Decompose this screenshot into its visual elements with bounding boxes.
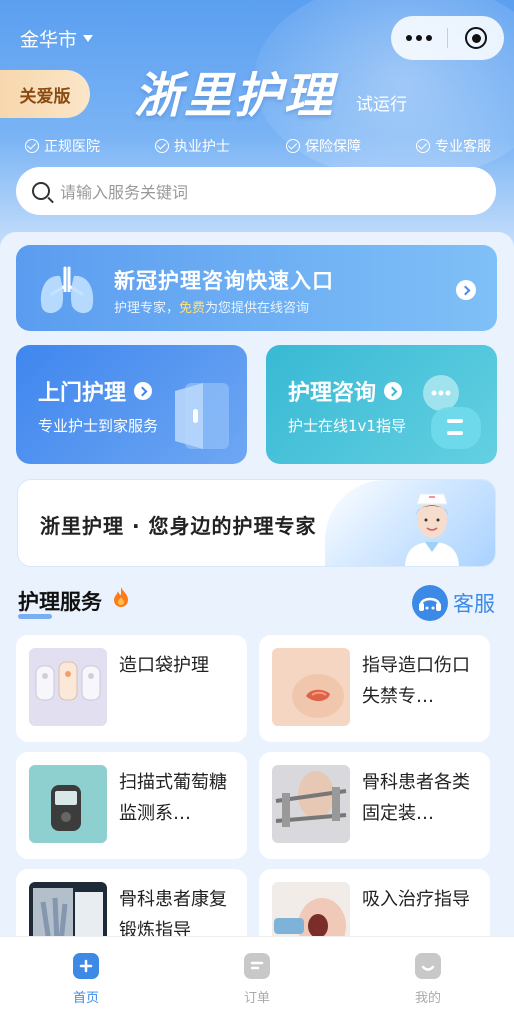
- service-item[interactable]: 造口袋护理: [16, 635, 247, 742]
- feature-item: 专业客服: [416, 136, 491, 156]
- service-item[interactable]: 指导造口伤口失禁专…: [259, 635, 490, 742]
- check-circle-icon: [286, 139, 300, 153]
- check-circle-icon: [416, 139, 430, 153]
- search-placeholder: 请输入服务关键词: [60, 183, 189, 202]
- free-highlight: 免费: [179, 301, 206, 316]
- service-item[interactable]: 骨科患者各类固定装…: [259, 752, 490, 859]
- tab-home[interactable]: 首页: [36, 953, 136, 1006]
- service-item[interactable]: 扫描式葡萄糖监测系…: [16, 752, 247, 859]
- consult-title: 新冠护理咨询快速入口: [114, 269, 334, 293]
- feature-item: 正规医院: [25, 136, 100, 156]
- door-icon: [175, 383, 229, 449]
- caret-down-icon: [83, 35, 94, 42]
- home-icon: [73, 953, 99, 979]
- service-label: 骨科患者各类固定装…: [362, 772, 470, 824]
- wound-photo: [272, 648, 350, 726]
- more-menu-icon[interactable]: [391, 35, 447, 41]
- customer-service-button[interactable]: 客服: [411, 584, 495, 622]
- check-circle-icon: [155, 139, 169, 153]
- feature-item: 执业护士: [155, 136, 230, 156]
- mini-program-capsule: [391, 16, 504, 60]
- feature-label: 执业护士: [174, 139, 230, 155]
- service-label: 扫描式葡萄糖监测系…: [119, 772, 227, 824]
- orders-icon: [244, 953, 270, 979]
- covid-consult-banner[interactable]: 新冠护理咨询快速入口 护理专家，免费为您提供在线咨询: [16, 245, 497, 331]
- nursing-consult-title: 护理咨询: [288, 375, 403, 407]
- chevron-right-icon: [134, 382, 153, 400]
- feature-item: 保险保障: [286, 136, 361, 156]
- service-label: 造口袋护理: [119, 655, 209, 676]
- glucose-monitor-photo: [29, 765, 107, 843]
- close-target-icon[interactable]: [448, 27, 504, 49]
- home-nursing-desc: 专业护士到家服务: [38, 417, 159, 435]
- orthopedic-brace-photo: [272, 765, 350, 843]
- care-mode-button[interactable]: 关爱版: [0, 70, 90, 118]
- nursing-consult-desc: 护士在线1v1指导: [288, 417, 406, 435]
- tab-label: 首页: [72, 991, 99, 1006]
- nursing-consult-card[interactable]: 护理咨询 护士在线1v1指导: [266, 345, 497, 464]
- consult-desc: 护理专家，免费为您提供在线咨询: [114, 301, 310, 316]
- chevron-right-icon: [456, 280, 476, 300]
- brand-logo-text: 浙里护理: [134, 68, 335, 124]
- tab-profile[interactable]: 我的: [378, 953, 478, 1006]
- city-label: 金华市: [20, 29, 78, 51]
- profile-icon: [415, 953, 441, 979]
- tab-label: 订单: [243, 991, 270, 1006]
- city-selector[interactable]: 金华市: [20, 25, 94, 52]
- feature-label: 正规医院: [44, 139, 100, 155]
- lungs-icon: [40, 266, 94, 314]
- search-icon: [32, 182, 50, 200]
- service-label: 指导造口伤口失禁专…: [362, 655, 470, 707]
- headset-icon: [412, 585, 448, 621]
- feature-label: 专业客服: [435, 139, 491, 155]
- home-nursing-title: 上门护理: [38, 375, 153, 407]
- chevron-right-icon: [384, 382, 403, 400]
- feature-list: 正规医院 执业护士 保险保障 专业客服: [0, 136, 514, 162]
- home-nursing-card[interactable]: 上门护理 专业护士到家服务: [16, 345, 247, 464]
- check-circle-icon: [25, 139, 39, 153]
- tab-label: 我的: [414, 991, 441, 1006]
- service-label: 吸入治疗指导: [362, 889, 470, 910]
- chat-bubble-icon: [423, 375, 481, 449]
- nurse-avatar-icon: [405, 493, 459, 566]
- bottom-tab-bar: 首页 订单 我的: [0, 936, 514, 1024]
- fire-icon: [114, 587, 128, 607]
- tab-orders[interactable]: 订单: [207, 953, 307, 1006]
- search-input[interactable]: 请输入服务关键词: [16, 167, 496, 215]
- feature-label: 保险保障: [305, 139, 361, 155]
- ostomy-bag-photo: [29, 648, 107, 726]
- promo-text: 浙里护理 · 您身边的护理专家: [40, 514, 317, 538]
- customer-service-label: 客服: [453, 592, 495, 616]
- brand-subtitle: 试运行: [356, 95, 407, 115]
- promo-banner[interactable]: 浙里护理 · 您身边的护理专家: [17, 479, 496, 567]
- nursing-services-heading: 护理服务: [18, 586, 102, 619]
